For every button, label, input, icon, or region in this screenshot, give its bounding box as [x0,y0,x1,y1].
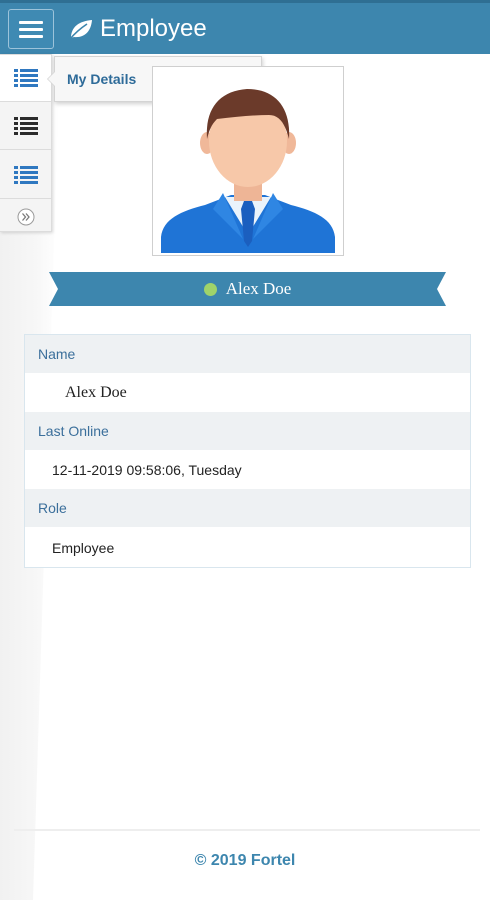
double-chevron-right-icon [17,208,34,225]
list-icon [13,117,38,135]
toolbar-expand-button[interactable] [0,201,51,232]
app-brand: Employee [68,12,207,46]
hamburger-icon-line [19,28,43,31]
profile-photo [152,66,344,256]
toolbar-item-my-details[interactable] [0,55,51,102]
tooltip-label: My Details [67,71,137,87]
toolbar-item-2[interactable] [0,103,51,150]
details-label-last-online: Last Online [25,412,470,450]
details-table: Name Alex Doe Last Online 12-11-2019 09:… [24,334,471,568]
leaf-icon [69,20,92,40]
ribbon-content: Alex Doe [49,272,446,306]
details-label-role: Role [25,489,470,527]
toolbar-item-3[interactable] [0,152,51,199]
footer-copyright: © 2019 Fortel [194,852,296,869]
details-label-name: Name [25,335,470,373]
profile-name-ribbon: Alex Doe [49,272,446,306]
app-header: Employee [0,0,490,54]
profile-name: Alex Doe [225,279,292,298]
online-status-indicator [203,282,217,296]
menu-button[interactable] [8,9,54,49]
hamburger-icon-line [19,21,43,24]
side-toolbar [0,54,52,232]
hamburger-icon-line [19,35,43,38]
app-title: Employee [100,15,207,42]
footer-divider [14,829,480,831]
details-value-last-online: 12-11-2019 09:58:06, Tuesday [25,450,470,489]
details-value-name: Alex Doe [25,373,470,412]
list-icon [13,69,38,87]
user-avatar-icon [161,89,335,253]
details-value-role: Employee [25,528,470,567]
list-icon [13,166,38,184]
